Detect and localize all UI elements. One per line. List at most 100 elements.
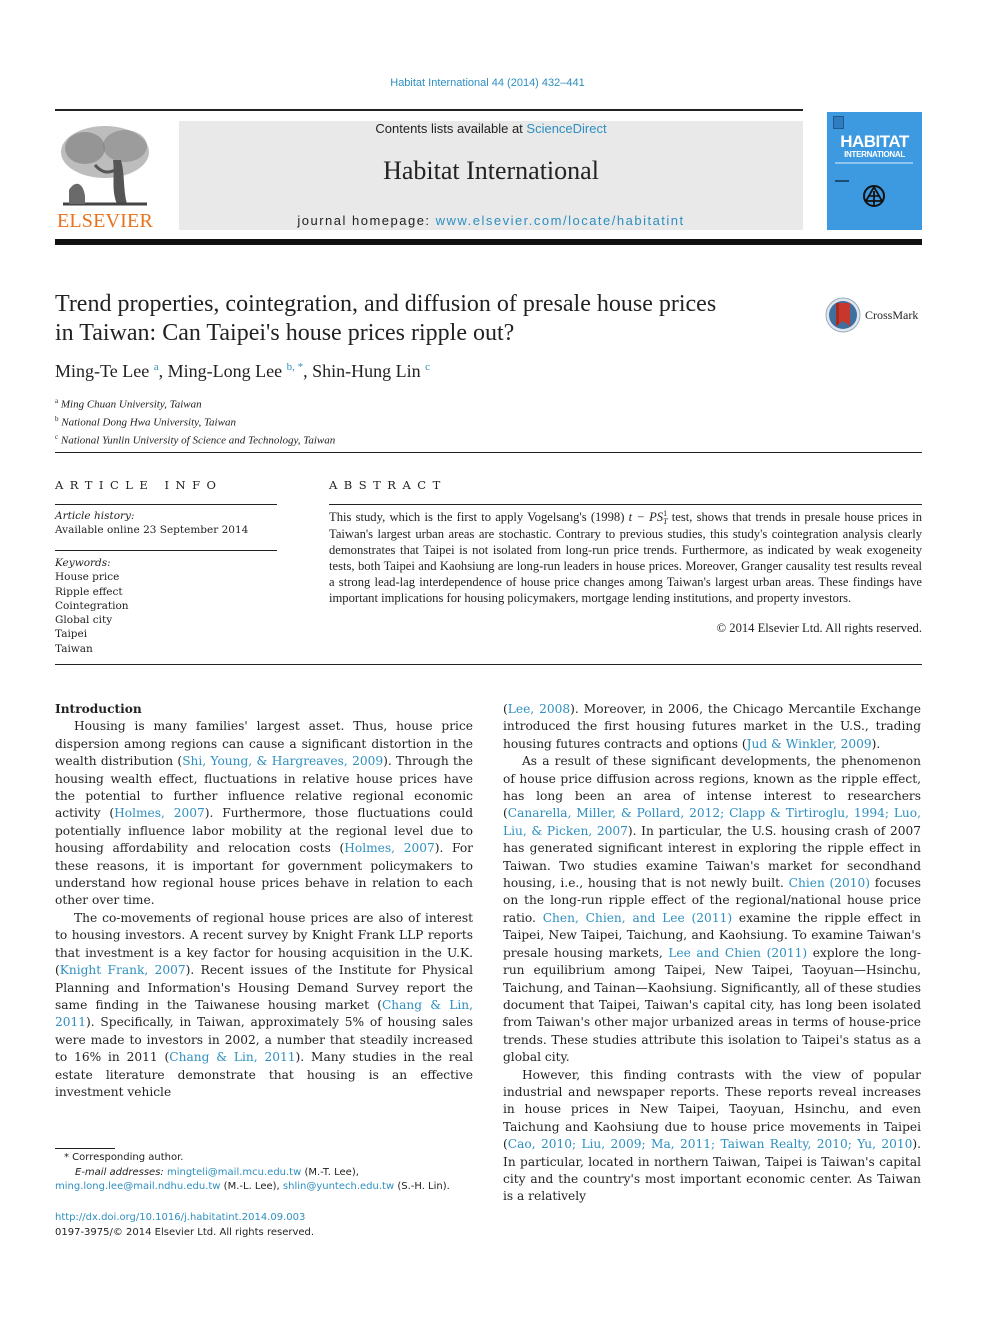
body-paragraph: As a result of these significant develop…	[503, 753, 921, 1066]
affiliation-marker: c	[55, 432, 59, 441]
article-info-heading: ARTICLE INFO	[55, 478, 223, 492]
author-separator: ,	[158, 361, 168, 381]
body-paragraph: Housing is many families' largest asset.…	[55, 718, 473, 909]
author-list: Ming-Te Lee a, Ming-Long Lee b, *, Shin-…	[55, 361, 430, 382]
keyword-item: House price	[55, 571, 120, 584]
journal-homepage-link[interactable]: www.elsevier.com/locate/habitatint	[436, 213, 685, 228]
abstract-heading: ABSTRACT	[329, 478, 447, 492]
abstract-text: This study, which is the first to apply …	[329, 509, 922, 606]
keyword-item: Taipei	[55, 628, 88, 641]
journal-cover-thumbnail[interactable]: HABITAT INTERNATIONAL	[827, 112, 922, 230]
header-thick-rule	[55, 239, 922, 245]
keywords-block: Keywords: House price Ripple effect Coin…	[55, 556, 129, 656]
introduction-heading: Introduction	[55, 702, 142, 716]
header-rule	[55, 109, 803, 111]
front-matter-rule	[55, 664, 922, 665]
author-affiliation-marker[interactable]: b, *	[287, 361, 304, 373]
affiliation-text: National Yunlin University of Science an…	[60, 434, 336, 447]
author-affiliation-marker[interactable]: c	[425, 361, 430, 373]
body-column-right: (Lee, 2008). Moreover, in 2006, the Chic…	[503, 701, 921, 1206]
body-text: explore the long-run equilibrium among T…	[503, 945, 921, 1065]
email-link[interactable]: ming.long.lee@mail.ndhu.edu.tw	[55, 1181, 221, 1192]
body-paragraph: However, this finding contrasts with the…	[503, 1067, 921, 1206]
sciencedirect-link[interactable]: ScienceDirect	[526, 121, 606, 136]
body-column-left: Introduction Housing is many families' l…	[55, 701, 473, 1101]
article-title: Trend properties, cointegration, and dif…	[55, 291, 717, 346]
abstract-copyright: © 2014 Elsevier Ltd. All rights reserved…	[716, 621, 922, 635]
citation-link[interactable]: Jud & Winkler, 2009	[747, 737, 872, 751]
affiliation-marker: a	[55, 397, 59, 405]
citation-link[interactable]: Cao, 2010; Liu, 2009; Ma, 2011; Taiwan R…	[508, 1137, 913, 1151]
abstract-math: t − PS	[629, 510, 663, 524]
affiliation-text: National Dong Hwa University, Taiwan	[61, 416, 236, 429]
citation-link[interactable]: Lee and Chien (2011)	[668, 946, 807, 960]
journal-masthead: Contents lists available at ScienceDirec…	[179, 121, 803, 230]
keyword-item: Taiwan	[55, 642, 93, 655]
contents-prefix: Contents lists available at	[375, 121, 527, 136]
keyword-item: Ripple effect	[55, 585, 123, 598]
elsevier-wordmark: ELSEVIER	[56, 210, 154, 232]
abstract-rule	[329, 504, 922, 505]
abstract-text-part: test, shows that trends in presale house…	[329, 510, 923, 606]
homepage-prefix: journal homepage:	[297, 213, 436, 228]
affiliation-item: a Ming Chuan University, Taiwan	[55, 394, 335, 412]
body-paragraph: (Lee, 2008). Moreover, in 2006, the Chic…	[503, 701, 921, 753]
affiliation-marker: b	[55, 414, 59, 423]
cover-emblem-icon	[863, 185, 885, 207]
citation-link[interactable]: Holmes, 2007	[344, 841, 434, 855]
author-name[interactable]: Ming-Long Lee	[168, 361, 282, 381]
citation-link[interactable]: Lee, 2008	[508, 702, 570, 716]
math-expression: t − PS	[628, 510, 664, 524]
crossmark-icon	[825, 297, 861, 333]
corresponding-author-note: * Corresponding author.	[64, 1152, 184, 1163]
affiliation-item: b National Dong Hwa University, Taiwan	[55, 412, 335, 430]
contents-line: Contents lists available at ScienceDirec…	[179, 121, 803, 136]
email-owner: (M.-T. Lee),	[301, 1166, 359, 1178]
author-separator: ,	[303, 361, 313, 381]
citation-link[interactable]: Shi, Young, & Hargreaves, 2009	[182, 754, 383, 768]
cover-elsevier-icon	[833, 116, 844, 129]
affiliation-item: c National Yunlin University of Science …	[55, 430, 335, 448]
citation-link[interactable]: Knight Frank, 2007	[60, 963, 186, 977]
author-name[interactable]: Shin-Hung Lin	[312, 361, 421, 381]
body-paragraph: The co-movements of regional house price…	[55, 910, 473, 1101]
email-owner: (M.-L. Lee),	[220, 1181, 283, 1193]
email-label: E-mail addresses:	[75, 1166, 164, 1178]
email-link[interactable]: shlin@yuntech.edu.tw	[283, 1181, 394, 1192]
doi-block: http://dx.doi.org/10.1016/j.habitatint.2…	[55, 1211, 314, 1240]
keyword-item: Cointegration	[55, 599, 129, 612]
elsevier-tree-icon	[55, 120, 155, 208]
footnote: * Corresponding author. E-mail addresses…	[55, 1151, 473, 1195]
doi-link[interactable]: http://dx.doi.org/10.1016/j.habitatint.2…	[55, 1212, 305, 1223]
email-link[interactable]: mingteli@mail.mcu.edu.tw	[167, 1167, 301, 1178]
cover-title: HABITAT	[840, 132, 909, 151]
affiliation-text: Ming Chuan University, Taiwan	[60, 398, 202, 411]
crossmark-button[interactable]: CrossMark	[825, 297, 925, 335]
cover-tagline	[835, 162, 913, 164]
issn-copyright: 0197-3975/© 2014 Elsevier Ltd. All right…	[55, 1226, 315, 1238]
citation-link[interactable]: Chang & Lin, 2011	[169, 1050, 295, 1064]
journal-name: Habitat International	[383, 156, 599, 185]
cover-subtitle: INTERNATIONAL	[844, 150, 905, 159]
article-history: Article history: Available online 23 Sep…	[55, 509, 248, 538]
author-name[interactable]: Ming-Te Lee	[55, 361, 149, 381]
footnote-rule	[55, 1148, 115, 1149]
article-info-rule	[55, 504, 277, 505]
citation-link[interactable]: Chien (2010)	[789, 876, 870, 890]
section-divider	[55, 452, 922, 453]
keywords-rule	[55, 550, 277, 551]
citation-link[interactable]: Chen, Chien, and Lee (2011)	[543, 911, 732, 925]
homepage-line: journal homepage: www.elsevier.com/locat…	[179, 213, 803, 228]
keyword-item: Global city	[55, 614, 113, 627]
crossmark-label: CrossMark	[865, 308, 919, 322]
elsevier-logo[interactable]: ELSEVIER	[55, 120, 155, 232]
cover-volume	[835, 180, 849, 182]
citation-link[interactable]: Holmes, 2007	[114, 806, 205, 820]
journal-citation[interactable]: Habitat International 44 (2014) 432–441	[0, 77, 975, 89]
keywords-label: Keywords:	[55, 557, 111, 569]
article-history-value: Available online 23 September 2014	[55, 524, 249, 537]
abstract-text-part: This study, which is the first to apply …	[329, 510, 629, 524]
email-owner: (S.-H. Lin).	[394, 1181, 450, 1193]
affiliation-list: a Ming Chuan University, Taiwan b Nation…	[55, 394, 335, 448]
article-history-label: Article history:	[55, 510, 135, 522]
